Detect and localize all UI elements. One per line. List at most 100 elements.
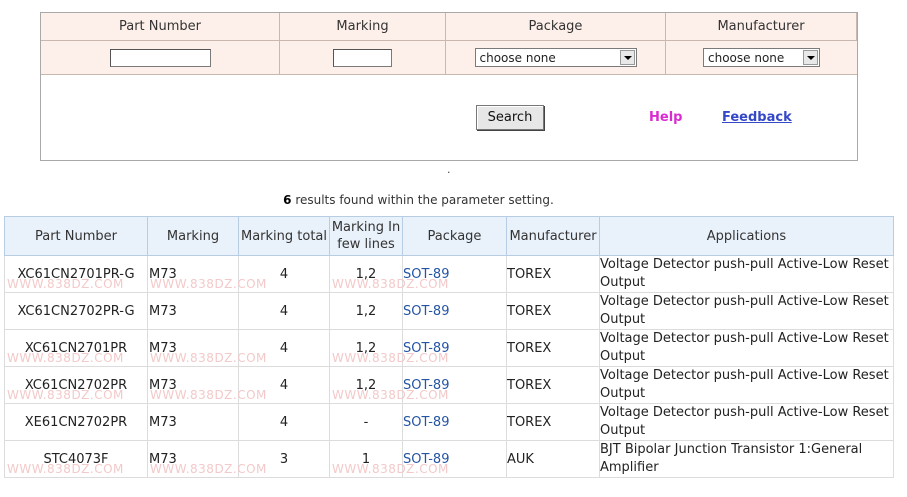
manufacturer-cell: AUK	[506, 440, 600, 478]
part-number-cell: WWW.838DZ.COM XC61CN2701PR-G	[4, 255, 148, 293]
manufacturer-cell: TOREX	[506, 292, 600, 330]
application-cell: Voltage Detector push-pull Active-Low Re…	[599, 255, 894, 293]
part-number[interactable]: XC61CN2702PR	[25, 378, 127, 393]
manufacturer-select-value: choose none	[708, 50, 785, 65]
marking-total-cell: 4	[238, 403, 330, 441]
marking-cell	[280, 41, 446, 75]
marking-total-cell: 4	[238, 329, 330, 367]
package-cell: SOT-89	[402, 366, 507, 404]
separator-dot: .	[447, 163, 451, 176]
manufacturer-header: Manufacturer	[666, 13, 857, 41]
help-link[interactable]: Help	[649, 110, 682, 125]
marking-total: 3	[279, 451, 289, 467]
results-count: 6	[283, 193, 292, 207]
part-number-cell: XE61CN2702PR	[4, 403, 148, 441]
package-cell: SOT-89	[402, 292, 507, 330]
marking-lines-cell: 1,2	[329, 292, 403, 330]
part-number-cell	[41, 41, 280, 75]
marking-cell: WWW.838DZ.COM M73	[147, 366, 266, 404]
search-form: Part Number Marking Package Manufacturer…	[40, 12, 858, 161]
application: BJT Bipolar Junction Transistor 1:Genera…	[600, 442, 863, 475]
col-header-marking: Marking	[147, 216, 239, 256]
part-number[interactable]: XC61CN2701PR	[25, 341, 127, 356]
package-select[interactable]: choose none	[474, 48, 637, 67]
marking-lines-cell: -	[329, 403, 403, 441]
marking-lines: 1,2	[355, 266, 377, 282]
part-number-cell: WWW.838DZ.COM STC4073F	[4, 440, 148, 478]
marking-cell: WWW.838DZ.COM M73	[147, 255, 266, 293]
package-link[interactable]: SOT-89	[403, 341, 449, 356]
search-form-grid: Part Number Marking Package Manufacturer…	[41, 13, 857, 75]
marking-cell: WWW.838DZ.COM M73	[147, 329, 266, 367]
marking: M73	[149, 377, 177, 393]
part-number-header: Part Number	[41, 13, 280, 41]
marking-total: 4	[279, 377, 289, 393]
marking-lines: 1,2	[355, 340, 377, 356]
table-row: XE61CN2702PR M73 4 - SOT-89 TOREX Voltag…	[4, 403, 894, 441]
marking-lines: 1	[361, 451, 371, 467]
package-cell: SOT-89	[402, 329, 507, 367]
application-cell: Voltage Detector push-pull Active-Low Re…	[599, 403, 894, 441]
col-header-package: Package	[402, 216, 507, 256]
package-cell: SOT-89	[402, 255, 507, 293]
col-header-applications: Applications	[599, 216, 894, 256]
marking-lines-cell: WWW.838DZ.COM 1	[329, 440, 448, 478]
chevron-down-icon[interactable]	[803, 50, 818, 65]
results-table: Part Number Marking Marking total Markin…	[4, 216, 894, 478]
marking-cell: M73	[147, 292, 239, 330]
marking-header: Marking	[280, 13, 446, 41]
manufacturer-cell: TOREX	[506, 366, 600, 404]
manufacturer: TOREX	[507, 414, 552, 430]
part-number-input[interactable]	[109, 48, 211, 67]
application-cell: Voltage Detector push-pull Active-Low Re…	[599, 329, 894, 367]
results-summary: 6 results found within the parameter set…	[0, 193, 837, 207]
part-number-cell: WWW.838DZ.COM XC61CN2702PR	[4, 366, 148, 404]
part-number[interactable]: STC4073F	[43, 452, 108, 467]
package-cell: choose none	[446, 41, 666, 75]
table-row: WWW.838DZ.COM XC61CN2701PR WWW.838DZ.COM M…	[4, 329, 894, 367]
package-cell: SOT-89	[402, 440, 507, 478]
marking-cell: M73	[147, 403, 239, 441]
part-number[interactable]: XC61CN2702PR-G	[17, 304, 134, 319]
marking-total: 4	[279, 303, 289, 319]
package-link[interactable]: SOT-89	[403, 378, 449, 393]
manufacturer: TOREX	[507, 377, 552, 393]
marking: M73	[149, 414, 177, 430]
col-header-part-number: Part Number	[4, 216, 148, 256]
marking-input[interactable]	[333, 48, 392, 67]
package-select-value: choose none	[479, 50, 556, 65]
manufacturer: TOREX	[507, 303, 552, 319]
marking-lines: 1,2	[355, 303, 377, 319]
package-cell: SOT-89	[402, 403, 507, 441]
part-number[interactable]: XE61CN2702PR	[25, 415, 127, 430]
manufacturer: AUK	[507, 451, 534, 467]
marking: M73	[149, 451, 177, 467]
manufacturer-cell: TOREX	[506, 329, 600, 367]
marking-total: 4	[279, 414, 289, 430]
marking-cell: WWW.838DZ.COM M73	[147, 440, 266, 478]
manufacturer-cell: TOREX	[506, 255, 600, 293]
marking-total-cell: 4	[238, 292, 330, 330]
search-button[interactable]: Search	[476, 105, 544, 130]
package-link[interactable]: SOT-89	[403, 452, 449, 467]
part-number[interactable]: XC61CN2701PR-G	[17, 267, 134, 282]
manufacturer-cell: choose none	[666, 41, 857, 75]
package-link[interactable]: SOT-89	[403, 267, 449, 282]
manufacturer-select[interactable]: choose none	[703, 48, 820, 67]
marking-total-cell: 4	[238, 366, 330, 404]
application: Voltage Detector push-pull Active-Low Re…	[600, 405, 889, 438]
marking: M73	[149, 340, 177, 356]
marking-total: 4	[279, 340, 289, 356]
feedback-link[interactable]: Feedback	[722, 110, 792, 125]
application: Voltage Detector push-pull Active-Low Re…	[600, 257, 889, 290]
results-summary-text: results found within the parameter setti…	[291, 193, 554, 207]
part-number-cell: WWW.838DZ.COM XC61CN2701PR	[4, 329, 148, 367]
marking-lines-cell: WWW.838DZ.COM 1,2	[329, 255, 448, 293]
package-link[interactable]: SOT-89	[403, 415, 449, 430]
chevron-down-icon[interactable]	[619, 50, 635, 65]
application-cell: Voltage Detector push-pull Active-Low Re…	[599, 292, 894, 330]
package-header: Package	[446, 13, 666, 41]
manufacturer: TOREX	[507, 340, 552, 356]
marking: M73	[149, 303, 177, 319]
package-link[interactable]: SOT-89	[403, 304, 449, 319]
